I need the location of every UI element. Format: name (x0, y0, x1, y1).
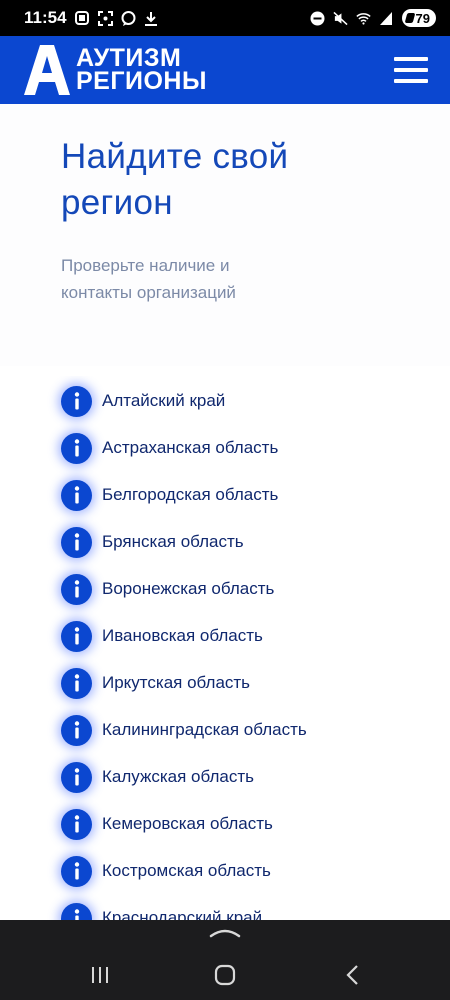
region-label: Воронежская область (102, 579, 275, 598)
region-item[interactable]: Белгородская область (61, 478, 278, 512)
site-header: АУТИЗМ РЕГИОНЫ (0, 36, 450, 104)
info-icon[interactable] (61, 620, 92, 652)
battery-indicator: 79 (401, 9, 436, 27)
region-item[interactable]: Калининградская область (61, 713, 307, 747)
region-label: Калужская область (102, 767, 254, 786)
recents-icon (92, 967, 108, 983)
recents-button[interactable] (82, 960, 118, 990)
info-icon[interactable] (61, 855, 92, 887)
system-navbar (0, 920, 450, 1000)
region-label: Иркутская область (102, 673, 251, 692)
region-item[interactable]: Ивановская область (61, 619, 263, 653)
region-label: Ивановская область (102, 626, 263, 645)
page-subtitle: Проверьте наличие и контакты организаций (61, 256, 236, 302)
region-item[interactable]: Брянская область (61, 525, 244, 559)
status-bar: 11:54 79 (0, 0, 450, 36)
info-icon[interactable] (61, 714, 92, 746)
menu-icon-bar (394, 79, 428, 83)
region-item[interactable]: Краснодарский край (61, 901, 262, 920)
site-logo[interactable]: АУТИЗМ РЕГИОНЫ (24, 45, 207, 95)
mute-icon (332, 11, 348, 26)
region-label: Белгородская область (102, 485, 279, 504)
info-icon[interactable] (61, 902, 92, 920)
notification-icon (75, 11, 90, 26)
logo-line-2: РЕГИОНЫ (76, 67, 207, 95)
signal-icon (379, 11, 394, 26)
region-item[interactable]: Алтайский край (61, 384, 225, 418)
download-icon (144, 11, 159, 26)
info-icon[interactable] (61, 761, 92, 793)
page-title: Найдите свой регион (61, 137, 289, 222)
logo-a-icon (24, 45, 70, 95)
chat-icon (121, 10, 136, 26)
home-icon (214, 964, 236, 986)
info-icon[interactable] (61, 667, 92, 699)
region-label: Краснодарский край (102, 908, 263, 920)
screenshot-icon (97, 10, 113, 26)
back-icon (346, 965, 358, 985)
chevron-up-icon[interactable] (209, 926, 241, 938)
status-time: 11:54 (24, 8, 67, 27)
hero-section: Найдите свой регион Проверьте наличие и … (0, 104, 450, 366)
region-label: Брянская область (102, 532, 244, 551)
logo-text: АУТИЗМ РЕГИОНЫ (76, 46, 207, 95)
wifi-icon (355, 11, 371, 26)
info-icon[interactable] (61, 385, 92, 417)
info-icon[interactable] (61, 808, 92, 840)
region-label: Костромская область (102, 861, 271, 880)
region-label: Кемеровская область (102, 814, 273, 833)
region-item[interactable]: Иркутская область (61, 666, 250, 700)
dnd-icon (310, 11, 325, 26)
region-item[interactable]: Костромская область (61, 854, 271, 888)
status-icons-left (75, 10, 159, 26)
home-button[interactable] (207, 960, 243, 990)
region-item[interactable]: Кемеровская область (61, 807, 273, 841)
region-item[interactable]: Калужская область (61, 760, 254, 794)
region-item[interactable]: Воронежская область (61, 572, 274, 606)
status-icons-right: 79 (310, 9, 436, 27)
info-icon[interactable] (61, 479, 92, 511)
region-item[interactable]: Астраханская область (61, 431, 278, 465)
back-button[interactable] (334, 960, 370, 990)
info-icon[interactable] (61, 432, 92, 464)
menu-icon-bar (394, 68, 428, 72)
region-label: Астраханская область (102, 438, 279, 457)
menu-icon-bar (394, 57, 428, 61)
info-icon[interactable] (61, 573, 92, 605)
region-label: Калининградская область (102, 720, 307, 739)
menu-button[interactable] (394, 57, 428, 83)
info-icon[interactable] (61, 526, 92, 558)
region-label: Алтайский край (102, 391, 226, 410)
region-list: Алтайский край Астраханская область Белгор… (0, 376, 450, 920)
